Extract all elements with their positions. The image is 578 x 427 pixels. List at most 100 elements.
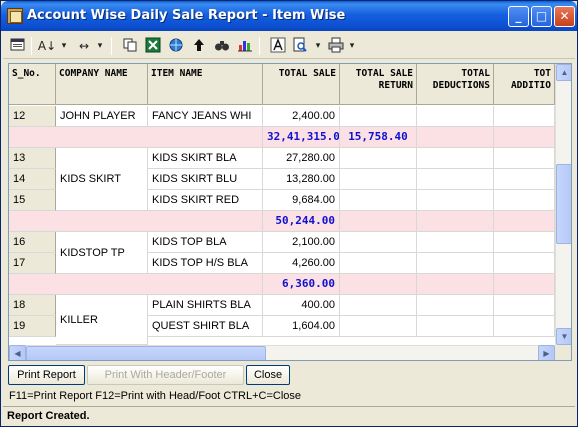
header-company-name[interactable]: COMPANY NAME — [56, 64, 148, 105]
empty-cell — [340, 295, 417, 316]
empty-cell — [494, 127, 555, 148]
excel-icon[interactable] — [144, 37, 162, 55]
web-icon[interactable] — [167, 37, 185, 55]
scroll-left-button[interactable]: ◀ — [9, 345, 26, 360]
printer-icon[interactable] — [327, 37, 345, 55]
sort-dropdown-icon[interactable]: ▾ — [59, 37, 69, 55]
scroll-down-button[interactable]: ▼ — [556, 328, 571, 345]
status-bar: Report Created. — [3, 406, 575, 426]
subtotal-sale: 6,360.00 — [263, 274, 340, 295]
header-total-additions[interactable]: TOT ADDITIO — [494, 64, 555, 105]
maximize-button[interactable]: □ — [531, 6, 552, 27]
empty-cell — [417, 106, 494, 127]
item-name-cell: QUEST SHIRT BLA — [148, 316, 263, 337]
print-report-button[interactable]: Print Report — [8, 365, 85, 385]
report-grid[interactable]: S_No. COMPANY NAME ITEM NAME TOTAL SALE … — [8, 63, 572, 361]
window-title: Account Wise Daily Sale Report - Item Wi… — [27, 8, 346, 23]
status-text: Report Created. — [7, 410, 90, 422]
scroll-up-button[interactable]: ▲ — [556, 64, 571, 81]
empty-cell — [417, 316, 494, 337]
total-sale-cell: 4,260.00 — [263, 253, 340, 274]
empty-cell — [340, 232, 417, 253]
empty-cell — [417, 295, 494, 316]
row-sno: 13 — [9, 148, 56, 169]
sort-icon[interactable]: A↓ — [37, 37, 57, 55]
printer-dropdown-icon[interactable]: ▾ — [347, 37, 357, 55]
minimize-button[interactable]: _ — [508, 6, 529, 27]
item-name-cell: KIDS TOP BLA — [148, 232, 263, 253]
table-row[interactable]: 12 JOHN PLAYER FANCY JEANS WHI 2,400.00 — [9, 106, 555, 127]
shortcut-hint: F11=Print Report F12=Print with Head/Foo… — [9, 390, 302, 402]
company-name-cell: KIDSTOP TP — [56, 232, 148, 274]
empty-cell — [494, 253, 555, 274]
empty-cell — [494, 148, 555, 169]
empty-cell — [340, 169, 417, 190]
title-bar[interactable]: Account Wise Daily Sale Report - Item Wi… — [1, 1, 577, 31]
empty-cell — [340, 106, 417, 127]
horizontal-scrollbar[interactable]: ◀ ▶ — [9, 345, 555, 360]
empty-cell — [340, 148, 417, 169]
row-sno: 19 — [9, 316, 56, 337]
font-icon[interactable] — [269, 37, 287, 55]
print-with-header-footer-button[interactable]: Print With Header/Footer — [87, 365, 244, 385]
scroll-right-button[interactable]: ▶ — [538, 345, 555, 360]
print-preview-icon[interactable] — [291, 37, 309, 55]
item-name-cell: KIDS SKIRT RED — [148, 190, 263, 211]
total-sale-cell: 400.00 — [263, 295, 340, 316]
subtotal-return: 15,758.40 — [340, 127, 417, 148]
item-name-cell: PLAIN SHIRTS BLA — [148, 295, 263, 316]
column-width-icon[interactable]: ↔ — [75, 37, 93, 55]
subtotal-row[interactable]: 32,41,315.0 15,758.40 — [9, 127, 555, 148]
row-sno: 15 — [9, 190, 56, 211]
find-icon[interactable] — [213, 37, 231, 55]
subtotal-sale: 32,41,315.0 — [263, 127, 340, 148]
empty-cell — [417, 253, 494, 274]
header-total-deductions[interactable]: TOTAL DEDUCTIONS — [417, 64, 494, 105]
width-dropdown-icon[interactable]: ▾ — [95, 37, 105, 55]
empty-cell — [494, 211, 555, 232]
up-arrow-icon[interactable] — [190, 37, 208, 55]
company-name-cell: JOHN PLAYER — [56, 106, 148, 127]
total-sale-cell: 13,280.00 — [263, 169, 340, 190]
vertical-scroll-thumb[interactable] — [556, 164, 571, 244]
empty-cell — [494, 232, 555, 253]
empty-cell — [494, 169, 555, 190]
item-name-cell: KIDS TOP H/S BLA — [148, 253, 263, 274]
header-total-sale-return[interactable]: TOTAL SALE RETURN — [340, 64, 417, 105]
report-window: Account Wise Daily Sale Report - Item Wi… — [0, 0, 578, 427]
subtotal-sale: 50,244.00 — [263, 211, 340, 232]
toolbar-separator — [111, 37, 112, 55]
vertical-scrollbar[interactable]: ▲ ▼ — [555, 64, 571, 345]
subtotal-row[interactable]: 6,360.00 — [9, 274, 555, 295]
total-sale-cell: 1,604.00 — [263, 316, 340, 337]
window-icon[interactable] — [9, 37, 27, 55]
row-sno: 12 — [9, 106, 56, 127]
item-name-cell: KIDS SKIRT BLU — [148, 169, 263, 190]
empty-cell — [340, 316, 417, 337]
header-sno[interactable]: S_No. — [9, 64, 56, 105]
empty-cell — [417, 274, 494, 295]
header-total-sale[interactable]: TOTAL SALE — [263, 64, 340, 105]
total-sale-cell: 2,100.00 — [263, 232, 340, 253]
subtotal-spacer — [9, 211, 263, 232]
empty-cell — [417, 211, 494, 232]
subtotal-spacer — [9, 274, 263, 295]
company-name-cell: KIDS SKIRT — [56, 148, 148, 211]
empty-cell — [417, 190, 494, 211]
toolbar-separator — [259, 37, 260, 55]
scrollbar-corner — [555, 345, 571, 360]
close-button[interactable]: Close — [246, 365, 290, 385]
item-name-cell: KIDS SKIRT BLA — [148, 148, 263, 169]
header-item-name[interactable]: ITEM NAME — [148, 64, 263, 105]
empty-cell — [494, 295, 555, 316]
toolbar: A↓ ▾ ↔ ▾ ▾ ▾ — [3, 33, 575, 59]
chart-icon[interactable] — [236, 37, 254, 55]
empty-cell — [494, 106, 555, 127]
copy-icon[interactable] — [121, 37, 139, 55]
horizontal-scroll-thumb[interactable] — [26, 346, 266, 360]
row-sno: 18 — [9, 295, 56, 316]
preview-dropdown-icon[interactable]: ▾ — [313, 37, 323, 55]
empty-cell — [340, 253, 417, 274]
subtotal-row[interactable]: 50,244.00 — [9, 211, 555, 232]
close-window-button[interactable]: ✕ — [554, 6, 575, 27]
